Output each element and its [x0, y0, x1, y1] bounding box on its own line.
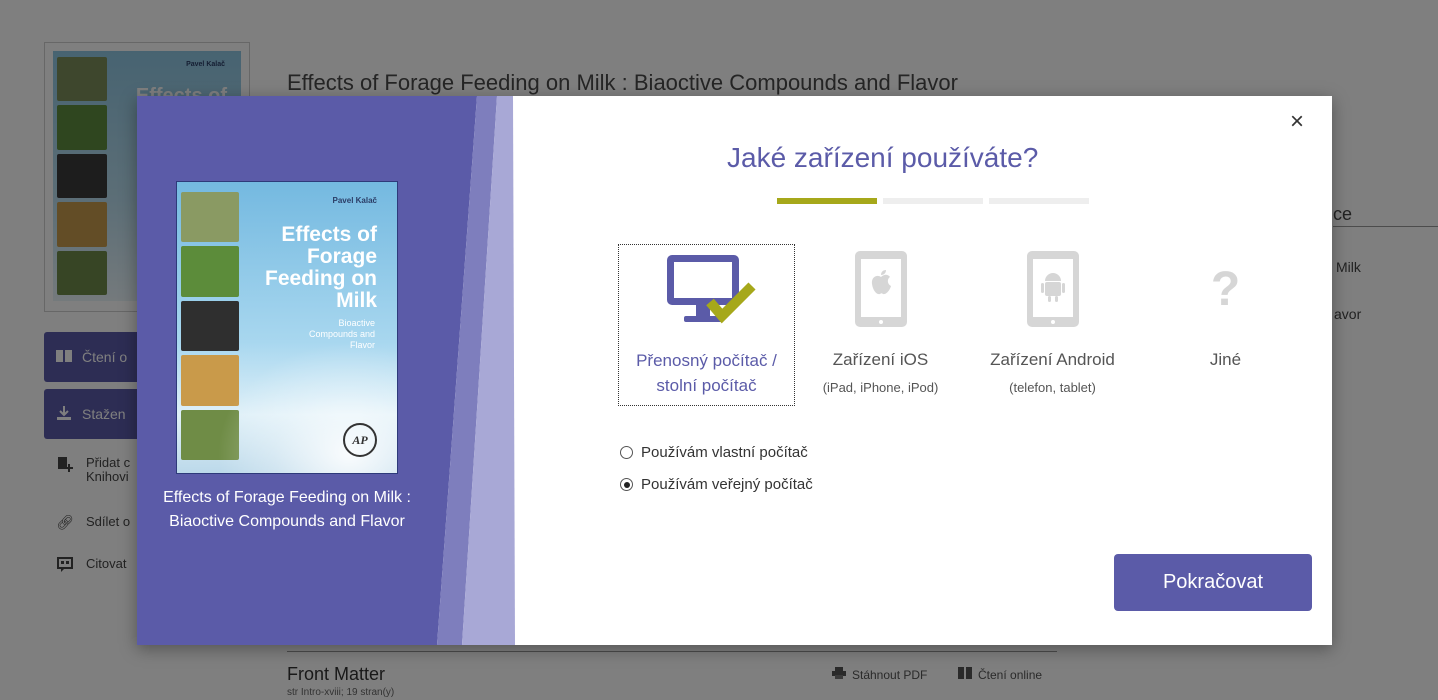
close-button[interactable]: ×	[1285, 110, 1309, 134]
ios-tablet-icon	[792, 244, 969, 334]
radio-own-computer[interactable]: Používám vlastní počítač	[620, 444, 808, 461]
device-sub-ios: (iPad, iPhone, iPod)	[822, 380, 939, 395]
radio-button-own[interactable]	[620, 446, 633, 459]
device-label-android: Zařízení Android	[990, 350, 1115, 369]
radio-label-own: Používám vlastní počítač	[641, 444, 808, 461]
modal-heading: Jaké zařízení používáte?	[727, 142, 1039, 173]
radio-label-public: Používám veřejný počítač	[641, 476, 813, 493]
publisher-logo: AP	[343, 423, 377, 457]
progress-step-3	[989, 198, 1089, 204]
device-option-computer[interactable]: Přenosný počítač / stolní počítač	[618, 244, 795, 406]
progress-step-2	[883, 198, 983, 204]
radio-button-public[interactable]	[620, 478, 633, 491]
android-tablet-icon	[964, 244, 1141, 334]
device-label-other: Jiné	[1209, 350, 1242, 369]
modal-book-panel: Pavel Kalač Effects of Forage Feeding on…	[137, 96, 517, 645]
device-option-other[interactable]: ? Jiné	[1137, 244, 1314, 406]
cover-author: Pavel Kalač	[332, 196, 377, 205]
progress-step-1	[777, 198, 877, 204]
modal-book-cover: Pavel Kalač Effects of Forage Feeding on…	[176, 181, 398, 474]
device-option-android[interactable]: Zařízení Android (telefon, tablet)	[964, 244, 1141, 406]
device-sub-android: (telefon, tablet)	[1009, 380, 1096, 395]
cover-subtitle: Bioactive Compounds and Flavor	[308, 318, 375, 350]
modal-book-title: Effects of Forage Feeding on Milk : Biao…	[163, 489, 411, 530]
device-selection-modal: Pavel Kalač Effects of Forage Feeding on…	[137, 96, 1332, 645]
radio-public-computer[interactable]: Používám veřejný počítač	[620, 476, 813, 493]
step-progress	[777, 198, 1089, 204]
milk-splash	[217, 342, 397, 473]
question-mark-icon: ?	[1210, 262, 1241, 316]
continue-button[interactable]: Pokračovat	[1114, 554, 1312, 611]
desktop-check-icon	[619, 245, 794, 335]
device-option-ios[interactable]: Zařízení iOS (iPad, iPhone, iPod)	[792, 244, 969, 406]
device-label-ios: Zařízení iOS	[832, 350, 929, 369]
device-label-computer: Přenosný počítač / stolní počítač	[636, 351, 777, 395]
cover-title: Effects of Forage Feeding on Milk	[265, 223, 377, 312]
